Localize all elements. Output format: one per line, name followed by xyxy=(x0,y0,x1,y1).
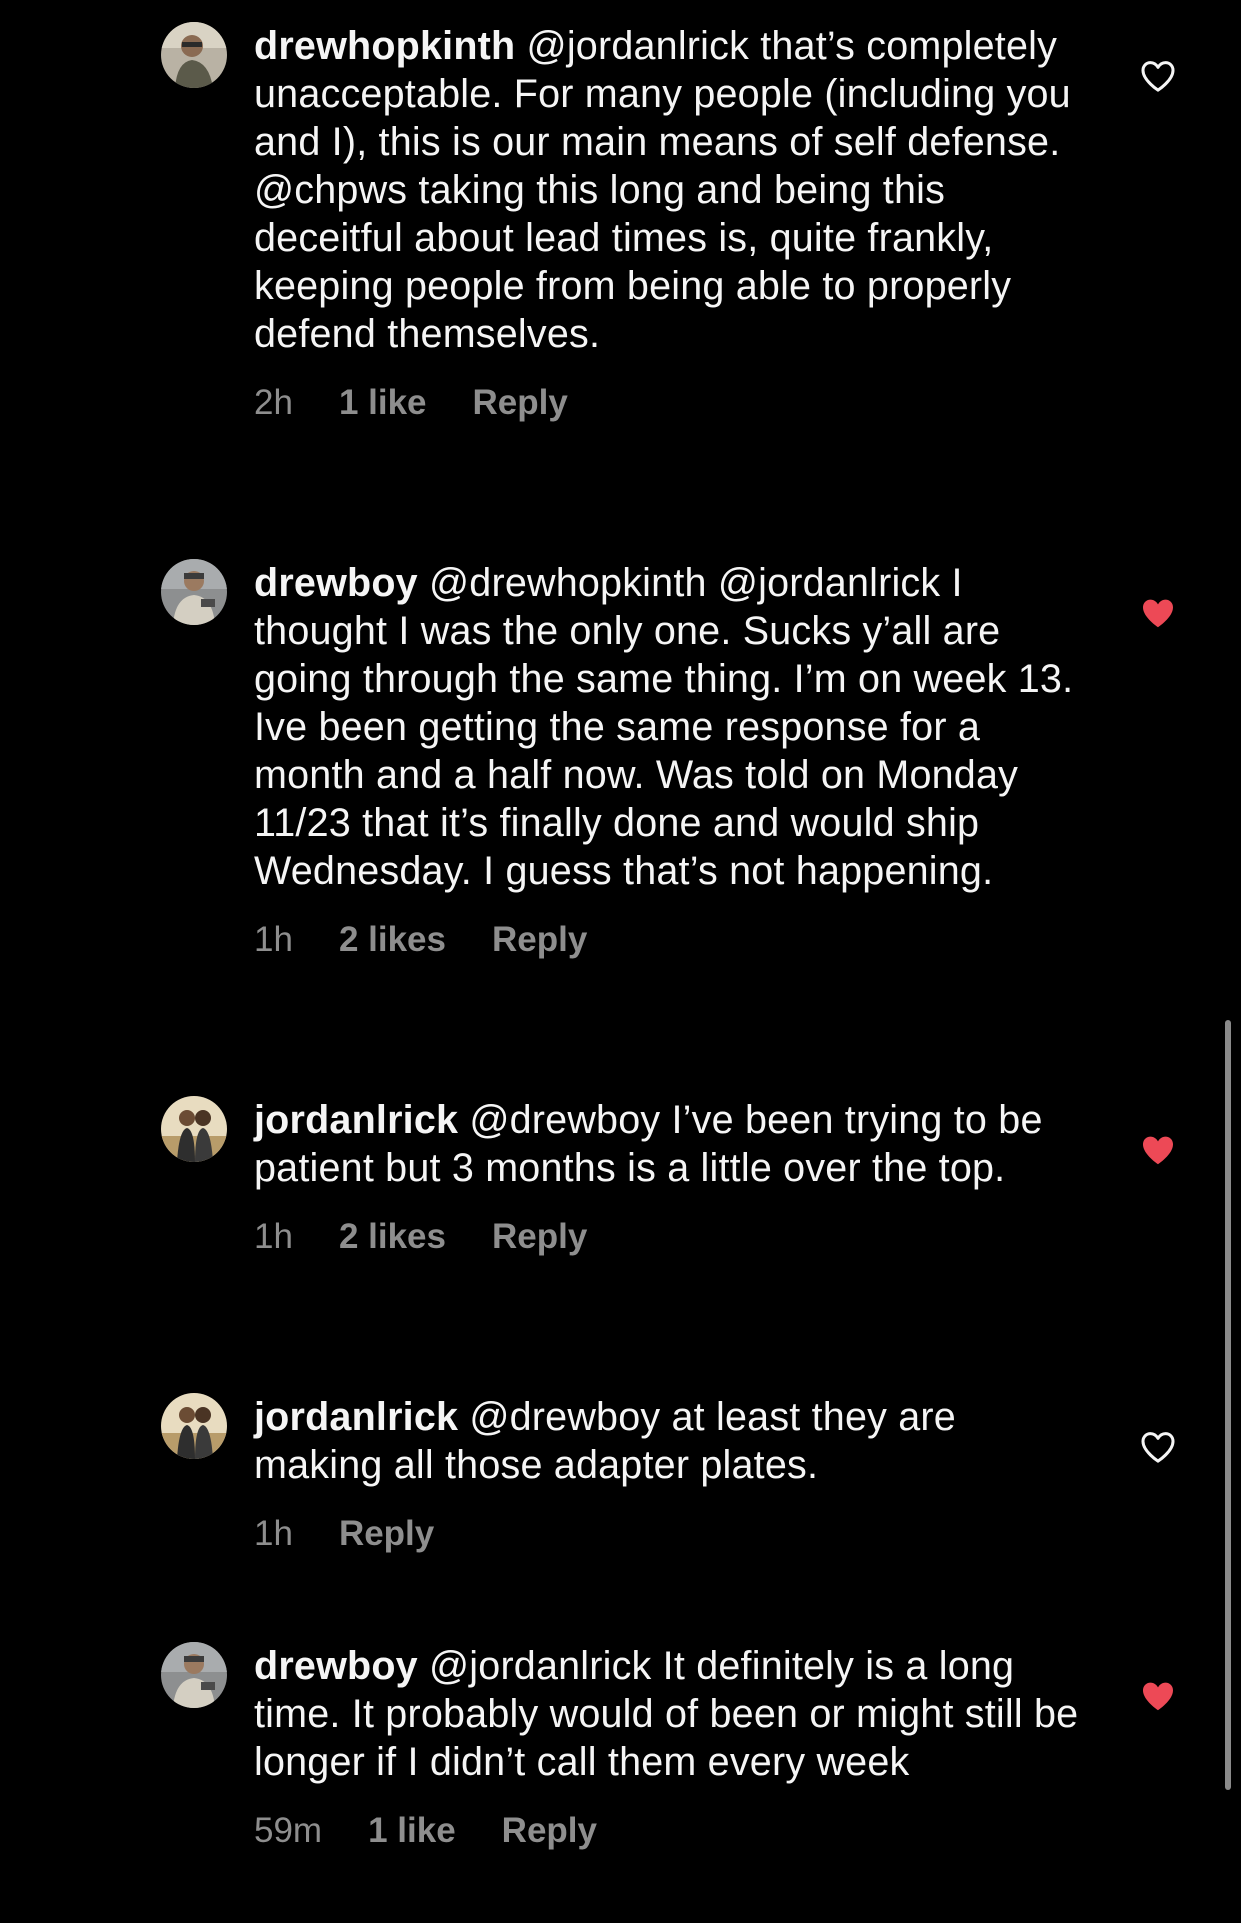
comment-text: jordanlrick @drewboy at least they are m… xyxy=(254,1393,1084,1489)
reply-button[interactable]: Reply xyxy=(492,917,587,963)
reply-button[interactable]: Reply xyxy=(473,380,568,426)
comment-body: drewboy @drewhopkinth @jordanlrick I tho… xyxy=(254,559,1084,963)
comment-message: @drewhopkinth @jordanlrick I thought I w… xyxy=(254,561,1074,893)
comment-body: jordanlrick @drewboy I’ve been trying to… xyxy=(254,1096,1084,1260)
comment-text: jordanlrick @drewboy I’ve been trying to… xyxy=(254,1096,1084,1192)
comment-meta: 2h 1 like Reply xyxy=(254,380,1084,426)
comment-likes-count[interactable]: 1 like xyxy=(368,1808,456,1854)
avatar[interactable] xyxy=(161,1642,227,1708)
comment-meta: 1h Reply xyxy=(254,1511,1084,1557)
comment-likes-count[interactable]: 2 likes xyxy=(339,917,446,963)
reply-button[interactable]: Reply xyxy=(502,1808,597,1854)
comment-meta: 1h 2 likes Reply xyxy=(254,1214,1084,1260)
avatar[interactable] xyxy=(161,559,227,625)
comment-time: 1h xyxy=(254,1217,293,1256)
scrollbar[interactable] xyxy=(1225,1020,1231,1790)
comment-body: jordanlrick @drewboy at least they are m… xyxy=(254,1393,1084,1557)
heart-filled-icon[interactable] xyxy=(1138,593,1178,633)
comment-likes-count[interactable]: 1 like xyxy=(339,380,427,426)
avatar[interactable] xyxy=(161,22,227,88)
reply-button[interactable]: Reply xyxy=(339,1511,434,1557)
heart-outline-icon[interactable] xyxy=(1138,56,1178,96)
comment-username[interactable]: drewboy xyxy=(254,561,418,605)
avatar[interactable] xyxy=(161,1393,227,1459)
comment-body: drewboy @jordanlrick It definitely is a … xyxy=(254,1642,1084,1854)
comment-time: 59m xyxy=(254,1811,323,1850)
comment-username[interactable]: jordanlrick xyxy=(254,1098,458,1142)
heart-filled-icon[interactable] xyxy=(1138,1130,1178,1170)
comment-time: 1h xyxy=(254,1514,293,1553)
comment-username[interactable]: drewhopkinth xyxy=(254,24,515,68)
comment-username[interactable]: drewboy xyxy=(254,1644,418,1688)
comment-meta: 59m 1 like Reply xyxy=(254,1808,1084,1854)
comment-time: 1h xyxy=(254,920,293,959)
comment-time: 2h xyxy=(254,383,293,422)
comment-message: @jordanlrick that’s completely unaccepta… xyxy=(254,24,1071,356)
comment-username[interactable]: jordanlrick xyxy=(254,1395,458,1439)
heart-filled-icon[interactable] xyxy=(1138,1676,1178,1716)
comment-text: drewboy @jordanlrick It definitely is a … xyxy=(254,1642,1084,1786)
comment-body: drewhopkinth @jordanlrick that’s complet… xyxy=(254,22,1084,426)
avatar[interactable] xyxy=(161,1096,227,1162)
heart-outline-icon[interactable] xyxy=(1138,1427,1178,1467)
comment-text: drewboy @drewhopkinth @jordanlrick I tho… xyxy=(254,559,1084,895)
comment-meta: 1h 2 likes Reply xyxy=(254,917,1084,963)
reply-button[interactable]: Reply xyxy=(492,1214,587,1260)
comment-text: drewhopkinth @jordanlrick that’s complet… xyxy=(254,22,1084,358)
comment-likes-count[interactable]: 2 likes xyxy=(339,1214,446,1260)
